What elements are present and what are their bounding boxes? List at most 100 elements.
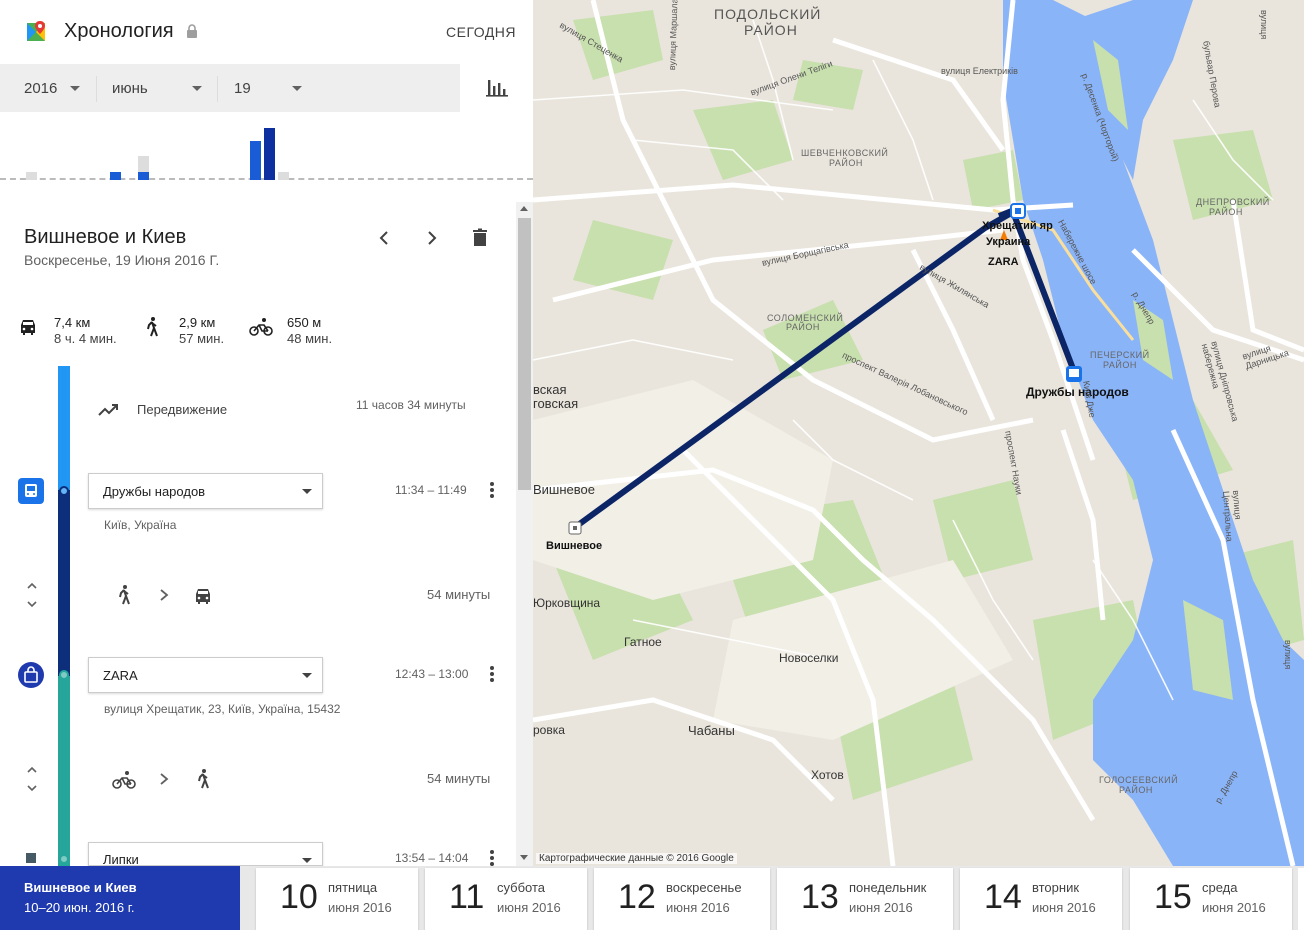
trip-dates: 10–20 июн. 2016 г. (24, 900, 135, 915)
google-maps-logo-icon (27, 21, 45, 41)
place-label-zara[interactable]: ZARA (988, 256, 1019, 268)
place-marker-icon (26, 853, 36, 863)
day-card-partial[interactable] (1298, 868, 1304, 930)
day-number: 15 (1154, 878, 1192, 916)
trending-icon (98, 404, 118, 416)
place-select-2[interactable]: ZARA (88, 657, 323, 693)
day-card-11[interactable]: 11 суббота июня 2016 (425, 868, 587, 930)
street-label-tsentralna: вулиця Центральна (1221, 490, 1244, 542)
stats-button[interactable] (460, 64, 533, 112)
day-month: июня 2016 (328, 900, 392, 915)
day-value: 19 (234, 80, 251, 97)
town-label-rovka: ровка (533, 723, 565, 737)
walk-icon (119, 585, 130, 605)
bike-icon (112, 771, 136, 789)
day-card-13[interactable]: 13 понедельник июня 2016 (777, 868, 953, 930)
chevron-down-icon (302, 489, 312, 494)
place-time: 11:34 – 11:49 (395, 483, 467, 497)
place-select-1[interactable]: Дружбы народов (88, 473, 323, 509)
day-weekday: воскресенье (666, 880, 742, 895)
page-title: Хронология (64, 20, 174, 42)
bike-icon (249, 318, 273, 336)
day-month: июня 2016 (666, 900, 730, 915)
expand-collapse-icon[interactable] (24, 766, 40, 792)
day-card-15[interactable]: 15 среда июня 2016 (1130, 868, 1292, 930)
place-label-khreschaty[interactable]: Хрещатий яр (982, 220, 1053, 232)
place-address: вулиця Хрещатик, 23, Київ, Україна, 1543… (104, 702, 341, 716)
delete-icon[interactable] (468, 226, 492, 250)
bar-chart-icon (486, 80, 508, 97)
walk-icon (147, 317, 158, 337)
scroll-up-icon[interactable] (520, 206, 528, 211)
next-day-icon[interactable] (420, 226, 444, 250)
more-menu-icon[interactable] (482, 664, 502, 684)
place-select-3[interactable]: Липки (88, 842, 323, 866)
histogram-bar[interactable] (110, 172, 121, 180)
district-label-goloseevsky: ГОЛОСЕЕВСКИЙ (1099, 775, 1179, 785)
histogram-bar[interactable] (138, 172, 149, 180)
street-label-elektrykiv: вулиця Електриків (941, 66, 1018, 76)
car-duration: 8 ч. 4 мин. (54, 331, 117, 346)
day-weekday: среда (1202, 880, 1238, 895)
month-select[interactable]: июнь (112, 64, 212, 112)
place-time: 12:43 – 13:00 (395, 667, 469, 681)
day-card (0, 202, 533, 866)
more-menu-icon[interactable] (482, 848, 502, 866)
scrollbar-thumb[interactable] (518, 218, 531, 490)
histogram-bar[interactable] (26, 172, 37, 180)
today-button[interactable]: СЕГОДНЯ (446, 24, 516, 40)
day-card-10[interactable]: 10 пятница июня 2016 (256, 868, 418, 930)
year-select[interactable]: 2016 (24, 64, 94, 112)
map-canvas[interactable] (533, 0, 1304, 866)
day-number: 10 (280, 878, 318, 916)
town-label-vskaya: вская (533, 382, 567, 397)
walk-icon (198, 769, 209, 789)
day-card-14[interactable]: 14 вторник июня 2016 (960, 868, 1122, 930)
place-name: Дружбы народов (103, 484, 206, 499)
town-label-chabany: Чабаны (688, 723, 735, 738)
district-label-rayon: РАЙОН (829, 158, 863, 168)
day-select[interactable]: 19 (234, 64, 314, 112)
histogram-bar[interactable] (138, 156, 149, 172)
day-number: 13 (801, 878, 839, 916)
day-weekday: понедельник (849, 880, 927, 895)
town-label-gatnoe: Гатное (624, 635, 662, 649)
car-icon (196, 589, 210, 604)
town-label-govskaya: говская (533, 396, 579, 411)
car-distance: 7,4 км (54, 315, 91, 330)
chevron-down-icon (70, 86, 80, 91)
timeline-node (59, 854, 69, 864)
place-label-vishnevoe-stop[interactable]: Вишневое (546, 540, 602, 552)
district-label-rayon: РАЙОН (1209, 207, 1243, 217)
month-value: июнь (112, 80, 148, 97)
district-label-rayon: РАЙОН (744, 22, 798, 38)
walk-distance: 2,9 км (179, 315, 216, 330)
day-month: июня 2016 (497, 900, 561, 915)
district-label-pechersky: ПЕЧЕРСКИЙ (1090, 350, 1150, 360)
trip-card[interactable] (0, 866, 240, 930)
place-name: Липки (103, 852, 139, 866)
day-weekday: пятница (328, 880, 378, 895)
town-label-khotov: Хотов (811, 768, 844, 782)
place-label-ukraina[interactable]: Украина (986, 236, 1030, 248)
map-view[interactable]: ПОДОЛЬСКИЙ РАЙОН ШЕВЧЕНКОВСКИЙ РАЙОН СОЛ… (533, 0, 1304, 866)
timeline-rail-drive (58, 490, 70, 676)
day-card-12[interactable]: 12 воскресенье июня 2016 (594, 868, 770, 930)
histogram-bar[interactable] (278, 172, 289, 180)
day-weekday: вторник (1032, 880, 1080, 895)
day-title: Вишневое и Киев (24, 226, 187, 248)
histogram-bar[interactable] (250, 141, 261, 180)
place-name: ZARA (103, 668, 138, 683)
previous-day-icon[interactable] (372, 226, 396, 250)
car-icon (21, 320, 35, 335)
histogram-bar[interactable] (264, 128, 275, 180)
divider (217, 76, 218, 102)
more-menu-icon[interactable] (482, 480, 502, 500)
place-label-druzhby[interactable]: Дружбы народов (1026, 385, 1129, 399)
segment-duration: 54 минуты (427, 771, 491, 786)
expand-collapse-icon[interactable] (24, 582, 40, 608)
timeline-node (59, 670, 69, 680)
scroll-down-icon[interactable] (520, 855, 528, 860)
chevron-down-icon (192, 86, 202, 91)
day-number: 14 (984, 878, 1022, 916)
